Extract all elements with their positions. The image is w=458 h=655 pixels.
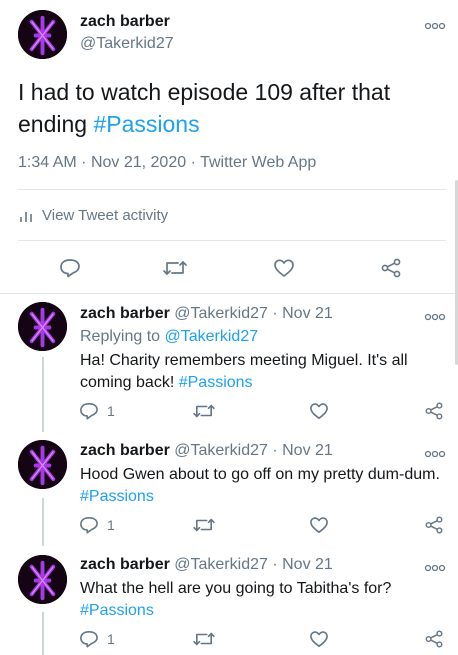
replying-prefix: Replying to [80, 328, 161, 345]
author-name[interactable]: zach barber [80, 442, 170, 459]
more-options-icon[interactable] [424, 560, 446, 572]
thread-connector [42, 498, 44, 546]
author-handle[interactable]: @Takerkid27 [80, 35, 174, 53]
replying-to-link[interactable]: @Takerkid27 [165, 328, 259, 345]
reply-text-line1: Hood Gwen about to go off on my pretty d… [80, 466, 440, 483]
share-icon[interactable] [424, 630, 444, 648]
reply-date[interactable]: Nov 21 [282, 556, 333, 573]
reply-text: Hood Gwen about to go off on my pretty d… [80, 464, 450, 508]
tweet-source[interactable]: Twitter Web App [200, 154, 316, 171]
tweet-text: I had to watch episode 109 after that en… [18, 76, 438, 140]
more-options-icon[interactable] [424, 18, 446, 30]
tweet-time[interactable]: 1:34 AM [18, 154, 77, 171]
like-icon[interactable] [309, 516, 329, 534]
share-icon[interactable] [424, 402, 444, 420]
divider [18, 189, 446, 190]
like-icon[interactable] [273, 258, 295, 278]
meta-separator: · [272, 305, 278, 322]
hashtag-link[interactable]: #Passions [80, 488, 154, 505]
replying-to: Replying to @Takerkid27 [80, 328, 258, 346]
reply-icon[interactable] [79, 630, 99, 648]
hashtag-link[interactable]: #Passions [179, 374, 253, 391]
meta-separator: · [81, 154, 87, 171]
meta-separator: · [272, 442, 278, 459]
reply-header: zach barber @Takerkid27 · Nov 21 [80, 442, 333, 460]
author-handle[interactable]: @Takerkid27 [174, 556, 268, 573]
retweet-icon[interactable] [192, 516, 216, 534]
retweet-icon[interactable] [192, 402, 216, 420]
reply-header: zach barber @Takerkid27 · Nov 21 [80, 305, 333, 323]
reply-date[interactable]: Nov 21 [282, 442, 333, 459]
hashtag-link[interactable]: #Passions [93, 111, 199, 137]
reply-text-line1: Ha! Charity remembers meeting Miguel. It… [80, 352, 408, 369]
retweet-icon[interactable] [162, 258, 188, 278]
reply-count: 1 [107, 517, 115, 533]
divider [0, 293, 458, 294]
tweet-meta: 1:34 AM · Nov 21, 2020 · Twitter Web App [18, 154, 316, 172]
reply-text-line1: What the hell are you going to Tabitha's… [80, 580, 392, 597]
reply-icon[interactable] [59, 258, 81, 278]
tweet-text-line2: ending [18, 111, 88, 137]
reply-date[interactable]: Nov 21 [282, 305, 333, 322]
reply-icon[interactable] [79, 402, 99, 420]
hashtag-link[interactable]: #Passions [80, 602, 154, 619]
author-handle[interactable]: @Takerkid27 [174, 442, 268, 459]
share-icon[interactable] [380, 258, 402, 278]
avatar[interactable] [18, 10, 67, 59]
avatar[interactable] [18, 440, 67, 489]
reply-text: Ha! Charity remembers meeting Miguel. It… [80, 350, 450, 394]
reply-icon[interactable] [79, 516, 99, 534]
bar-chart-icon [18, 209, 34, 223]
reply-header: zach barber @Takerkid27 · Nov 21 [80, 556, 333, 574]
author-name[interactable]: zach barber [80, 305, 170, 322]
view-activity-link[interactable]: View Tweet activity [18, 207, 168, 224]
like-icon[interactable] [309, 630, 329, 648]
view-activity-label: View Tweet activity [42, 207, 169, 224]
avatar[interactable] [18, 555, 67, 604]
author-name[interactable]: zach barber [80, 13, 170, 31]
reply-count: 1 [107, 631, 115, 647]
like-icon[interactable] [309, 402, 329, 420]
reply-text: What the hell are you going to Tabitha's… [80, 578, 450, 622]
meta-separator: · [272, 556, 278, 573]
author-name[interactable]: zach barber [80, 556, 170, 573]
retweet-icon[interactable] [192, 630, 216, 648]
avatar[interactable] [18, 302, 67, 351]
more-options-icon[interactable] [424, 446, 446, 458]
thread-connector [42, 357, 44, 432]
divider [18, 240, 446, 241]
reply-text-line2: coming back! [80, 374, 175, 391]
tweet-date[interactable]: Nov 21, 2020 [91, 154, 186, 171]
tweet-text-line1: I had to watch episode 109 after that [18, 79, 391, 105]
author-handle[interactable]: @Takerkid27 [174, 305, 268, 322]
meta-separator: · [190, 154, 196, 171]
thread-connector [42, 612, 44, 655]
reply-count: 1 [107, 403, 115, 419]
more-options-icon[interactable] [424, 309, 446, 321]
share-icon[interactable] [424, 516, 444, 534]
